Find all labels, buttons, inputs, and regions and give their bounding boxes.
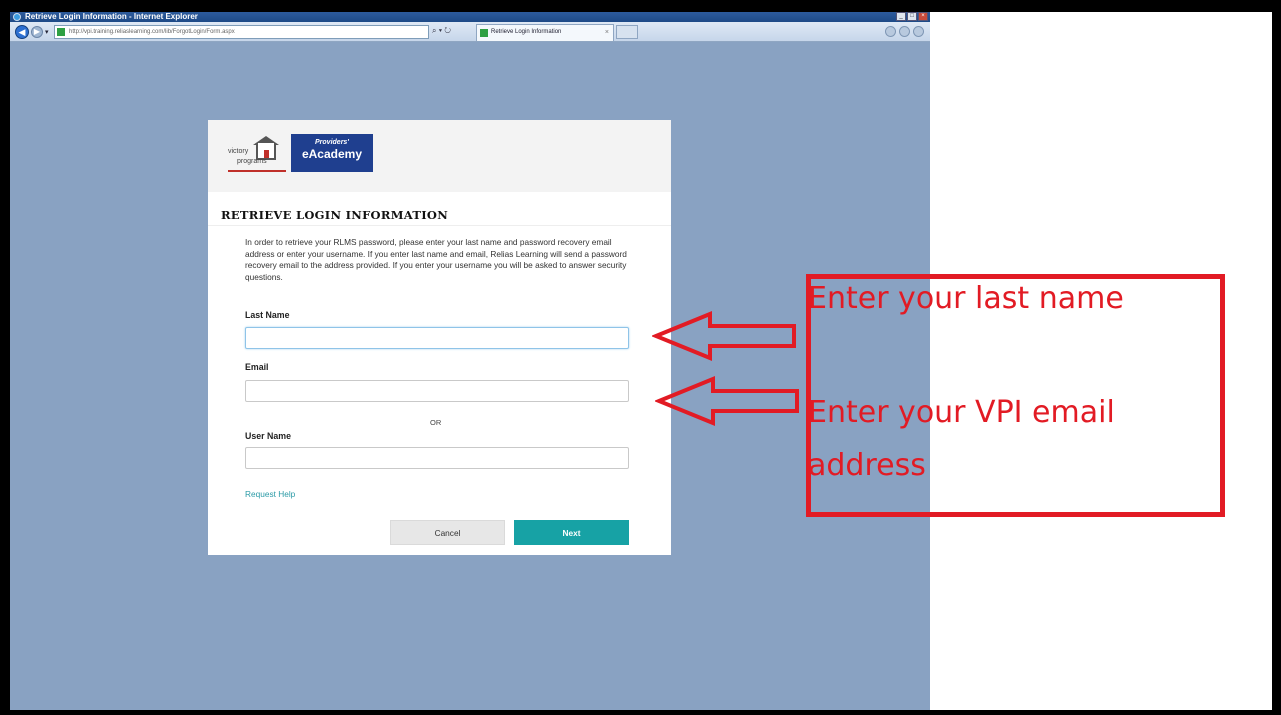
new-tab-button[interactable] bbox=[616, 25, 638, 39]
cancel-button[interactable]: Cancel bbox=[390, 520, 505, 545]
last-name-label: Last Name bbox=[245, 310, 290, 320]
request-help-link[interactable]: Request Help bbox=[245, 489, 295, 499]
favorites-star-icon[interactable] bbox=[899, 26, 910, 37]
browser-window: Retrieve Login Information - Internet Ex… bbox=[10, 12, 930, 710]
house-door-icon bbox=[264, 150, 269, 158]
minimize-icon[interactable]: _ bbox=[896, 12, 906, 21]
ie-logo-icon bbox=[13, 13, 21, 21]
screenshot-frame: Retrieve Login Information - Internet Ex… bbox=[10, 12, 1272, 710]
gear-icon[interactable] bbox=[913, 26, 924, 37]
tab-label: Retrieve Login Information bbox=[491, 29, 562, 35]
annotation-email-line2: address bbox=[808, 448, 926, 483]
title-bar: Retrieve Login Information - Internet Ex… bbox=[10, 12, 930, 22]
tab-close-icon[interactable]: × bbox=[605, 25, 609, 40]
history-dropdown-icon[interactable]: ▾ bbox=[45, 28, 49, 36]
logo-text-eacademy: eAcademy bbox=[301, 147, 363, 161]
close-icon[interactable]: × bbox=[918, 12, 928, 21]
username-label: User Name bbox=[245, 431, 291, 441]
address-bar[interactable]: http://vpi.training.reliaslearning.com/l… bbox=[54, 25, 429, 39]
providers-eacademy-logo: Providers' eAcademy bbox=[291, 134, 373, 172]
browser-toolbar-icons bbox=[885, 26, 924, 37]
arrow-left-icon bbox=[655, 376, 799, 426]
logo-text-victory: victory bbox=[228, 148, 249, 155]
victory-programs-logo: victory programs bbox=[228, 136, 286, 174]
home-icon[interactable] bbox=[885, 26, 896, 37]
annotation-email-line1: Enter your VPI email bbox=[808, 395, 1115, 430]
email-label: Email bbox=[245, 362, 269, 372]
intro-text: In order to retrieve your RLMS password,… bbox=[245, 237, 627, 282]
next-button[interactable]: Next bbox=[514, 520, 629, 545]
navigation-bar: ◀ ▶ ▾ http://vpi.training.reliaslearning… bbox=[10, 22, 930, 42]
arrow-left-icon bbox=[652, 311, 796, 361]
back-icon[interactable]: ◀ bbox=[15, 25, 29, 39]
email-input[interactable] bbox=[245, 380, 629, 402]
window-title: Retrieve Login Information - Internet Ex… bbox=[25, 12, 198, 21]
username-input[interactable] bbox=[245, 447, 629, 469]
address-url: http://vpi.training.reliaslearning.com/l… bbox=[69, 29, 235, 35]
page-title: RETRIEVE LOGIN INFORMATION bbox=[208, 204, 671, 226]
or-separator: OR bbox=[430, 418, 442, 427]
window-controls: _ □ × bbox=[896, 12, 928, 21]
tab-favicon-icon bbox=[480, 29, 488, 37]
browser-tab[interactable]: Retrieve Login Information × bbox=[476, 24, 614, 41]
forward-icon[interactable]: ▶ bbox=[31, 26, 43, 38]
address-tools[interactable]: ⌕ ▾ ↻ bbox=[432, 26, 451, 36]
dialog-header: victory programs Providers' eAcademy bbox=[208, 120, 671, 192]
logo-text-programs: programs bbox=[237, 158, 267, 165]
site-favicon-icon bbox=[57, 28, 65, 36]
last-name-input[interactable] bbox=[245, 327, 629, 349]
logo-text-providers: Providers' bbox=[315, 139, 349, 146]
annotation-last-name: Enter your last name bbox=[808, 281, 1124, 316]
maximize-icon[interactable]: □ bbox=[907, 12, 917, 21]
logo-underline bbox=[228, 170, 286, 172]
